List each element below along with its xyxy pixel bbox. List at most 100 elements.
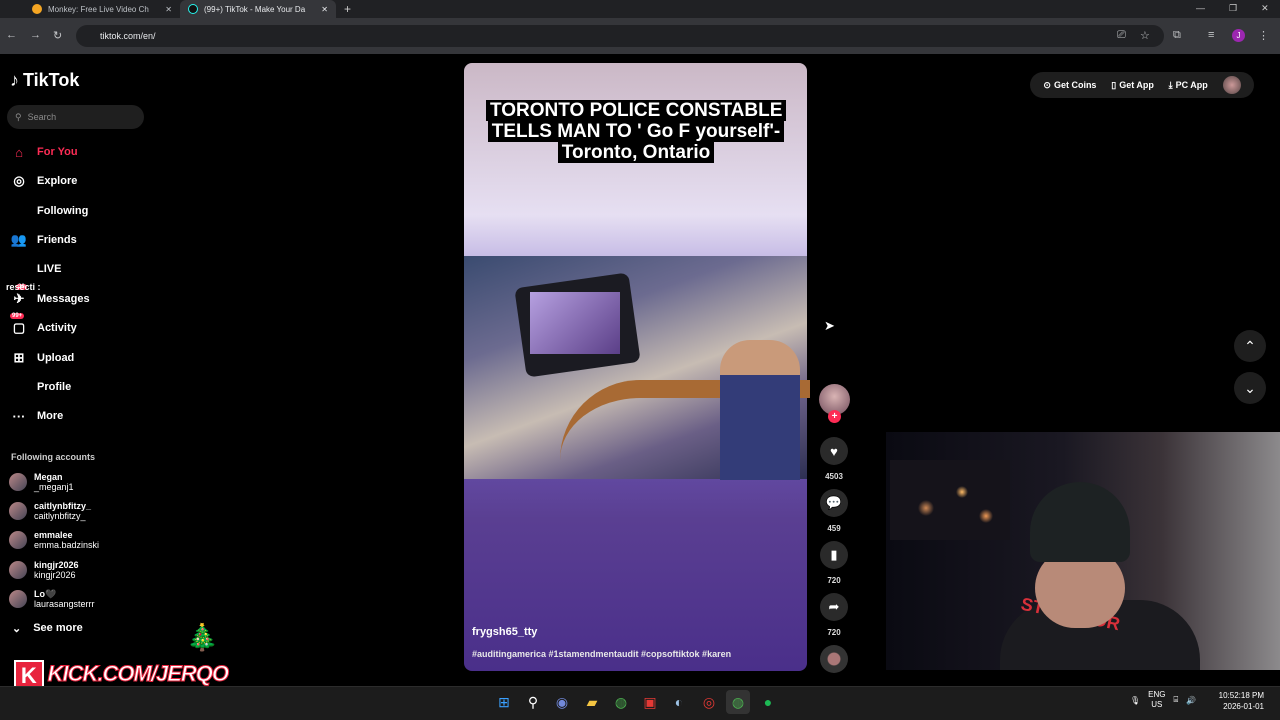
messages-icon: ✈ 30 xyxy=(13,284,27,306)
share-arrow-icon: ➦ xyxy=(820,593,848,621)
chevron-down-icon: ⌄ xyxy=(1244,379,1256,396)
kick-logo-icon: K xyxy=(14,660,44,688)
sidebar-item-profile[interactable]: Profile xyxy=(10,376,71,398)
maximize-icon[interactable]: ❐ xyxy=(1229,3,1237,14)
video-author[interactable]: frygsh65_tty xyxy=(472,626,537,638)
user-avatar[interactable] xyxy=(1222,76,1241,94)
profile-avatar[interactable]: J xyxy=(1232,29,1245,42)
new-tab-button[interactable]: + xyxy=(344,2,351,16)
bookmark-icon: ▮ xyxy=(820,541,848,569)
search-icon[interactable]: ⚲ xyxy=(521,690,545,714)
microphone-icon[interactable]: 🎙 xyxy=(1130,696,1140,705)
window-city-lights xyxy=(890,460,1010,540)
next-video-button[interactable]: ⌄ xyxy=(1234,372,1266,404)
christmas-tree-icon: 🎄 xyxy=(186,622,219,652)
extensions-icon[interactable]: ⧉ xyxy=(1173,29,1181,42)
sidebar-item-label: Activity xyxy=(37,322,77,334)
cast-icon[interactable]: ⎚ xyxy=(1117,29,1126,42)
back-icon[interactable]: ← xyxy=(6,29,17,41)
chrome-active-icon[interactable]: ◍ xyxy=(726,690,750,714)
forward-icon[interactable]: → xyxy=(30,29,41,41)
profile-avatar xyxy=(10,378,28,396)
get-coins-button[interactable]: ⊙ Get Coins xyxy=(1043,80,1096,91)
file-explorer-icon[interactable]: ▰ xyxy=(580,690,604,714)
following-account[interactable]: caitlynbfitzy_ caitlynbfitzy_ xyxy=(9,501,91,521)
tab-monkey[interactable]: Monkey: Free Live Video Ch ✕ xyxy=(24,0,180,18)
follow-plus-icon[interactable]: + xyxy=(828,410,841,423)
close-icon[interactable]: ✕ xyxy=(165,5,172,14)
streaming-app-icon[interactable]: ▣ xyxy=(638,690,662,714)
following-account[interactable]: Lo🖤 laurasangsterrr xyxy=(9,589,95,609)
logo-text: TikTok xyxy=(23,70,80,90)
account-name: Megan xyxy=(34,472,63,482)
like-button[interactable]: ♥ 4503 xyxy=(820,437,848,481)
search-input[interactable]: ⚲ Search xyxy=(7,105,144,129)
share-button[interactable]: ➦ 720 xyxy=(820,593,848,637)
system-tray: 🎙 ENG US ⌸ 🔊 xyxy=(1130,690,1196,710)
clock-date: 2026-01-01 xyxy=(1223,702,1264,711)
see-more-label: See more xyxy=(33,622,83,634)
sidebar-item-following[interactable]: Following xyxy=(10,200,88,222)
windows-start-icon[interactable]: ⊞ xyxy=(492,690,516,714)
network-icon[interactable]: ⌸ xyxy=(1174,695,1179,705)
upload-icon: ⊞ xyxy=(13,350,25,365)
sidebar-item-label: LIVE xyxy=(37,263,62,275)
minimize-icon[interactable]: — xyxy=(1196,3,1205,14)
volume-icon[interactable]: 🔊 xyxy=(1186,696,1196,705)
download-icon: ⤓ xyxy=(1168,79,1173,90)
language-indicator[interactable]: ENG US xyxy=(1148,690,1165,710)
caption-text: TORONTO POLICE CONSTABLE TELLS MAN TO ' … xyxy=(486,100,787,163)
save-button[interactable]: ▮ 720 xyxy=(820,541,848,585)
sidebar-item-explore[interactable]: ◎ Explore xyxy=(10,170,77,192)
url-text: tiktok.com/en/ xyxy=(100,31,156,41)
menu-icon[interactable]: ⋮ xyxy=(1258,29,1269,42)
account-handle: laurasangsterrr xyxy=(34,599,95,609)
tiktok-note-icon: ♪ xyxy=(10,70,19,90)
chevron-up-icon: ⌃ xyxy=(1244,337,1256,354)
chrome-icon[interactable]: ◍ xyxy=(609,690,633,714)
monkey-favicon-icon xyxy=(32,4,42,14)
following-account[interactable]: kingjr2026 kingjr2026 xyxy=(9,560,79,580)
spotify-icon[interactable]: ● xyxy=(756,690,780,714)
get-app-button[interactable]: ▯ Get App xyxy=(1111,80,1154,91)
account-handle: kingjr2026 xyxy=(34,570,76,580)
sidebar-item-more[interactable]: ··· More xyxy=(10,405,64,427)
avatar xyxy=(9,531,27,549)
bookmark-star-icon[interactable]: ☆ xyxy=(1140,29,1150,42)
reload-icon[interactable]: ↻ xyxy=(53,29,62,42)
taskbar-clock[interactable]: 10:52:18 PM 2026-01-01 xyxy=(1214,690,1264,712)
close-icon[interactable]: ✕ xyxy=(321,5,328,14)
tab-tiktok[interactable]: (99+) TikTok - Make Your Da ✕ xyxy=(180,0,336,18)
discord-icon[interactable]: ◉ xyxy=(550,690,574,714)
sidebar-item-friends[interactable]: 👥 Friends xyxy=(10,229,77,251)
avatar xyxy=(9,561,27,579)
search-icon: ⚲ xyxy=(15,111,22,122)
address-bar[interactable]: tiktok.com/en/ xyxy=(76,25,1164,47)
close-window-icon[interactable]: ✕ xyxy=(1261,3,1269,14)
comment-button[interactable]: 💬 459 xyxy=(820,489,848,533)
following-accounts-heading: Following accounts xyxy=(11,452,96,462)
tiktok-favicon-icon xyxy=(188,4,198,14)
share-count: 720 xyxy=(827,628,841,637)
sidebar-item-for-you[interactable]: ⌂ For You xyxy=(10,141,77,163)
pc-app-button[interactable]: ⤓ PC App xyxy=(1169,80,1208,91)
tiktok-logo[interactable]: ♪ TikTok xyxy=(10,70,79,91)
mouse-cursor-icon: ➤ xyxy=(824,318,835,333)
sidebar-item-live[interactable]: LIVE xyxy=(10,258,61,280)
avatar xyxy=(9,473,27,491)
obs-icon[interactable]: ◎ xyxy=(697,690,721,714)
music-disc-icon[interactable] xyxy=(820,645,848,673)
steam-icon[interactable]: ◐ xyxy=(667,690,691,714)
phone-screen xyxy=(530,292,620,354)
sidebar-item-label: Profile xyxy=(37,381,72,393)
video-hashtags[interactable]: #auditingamerica #1stamendmentaudit #cop… xyxy=(472,649,731,659)
media-icon[interactable]: ≡ xyxy=(1208,29,1214,41)
sidebar-item-upload[interactable]: ⊞ Upload xyxy=(10,347,75,369)
tab-title: (99+) TikTok - Make Your Da xyxy=(204,4,306,14)
sidebar-item-label: Upload xyxy=(37,352,75,364)
see-more-button[interactable]: ⌄ See more xyxy=(12,622,83,635)
following-account[interactable]: emmalee emma.badzinski xyxy=(9,530,99,550)
sidebar-item-activity[interactable]: ▢ 99+ Activity xyxy=(10,313,77,339)
previous-video-button[interactable]: ⌃ xyxy=(1234,330,1266,362)
following-account[interactable]: Megan _meganj1 xyxy=(9,472,74,492)
